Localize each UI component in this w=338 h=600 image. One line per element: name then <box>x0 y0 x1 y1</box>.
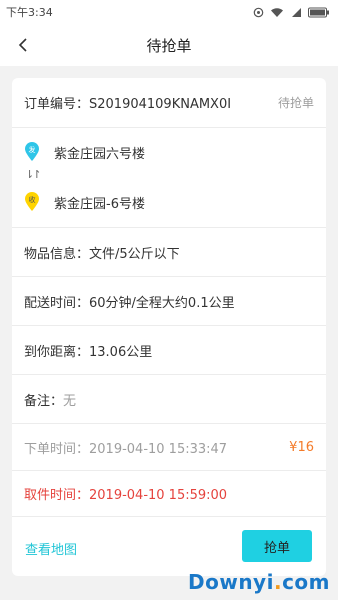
from-address: 紫金庄园六号楼 <box>54 146 146 162</box>
order-number: 订单编号：S201904109KNAMX0I <box>24 97 232 112</box>
to-pin-label: 收 <box>29 195 36 204</box>
order-number-row: 订单编号：S201904109KNAMX0I 待抢单 <box>12 78 326 128</box>
price: ¥16 <box>289 439 314 455</box>
status-bar: 下午3:34 <box>0 0 338 24</box>
from-pin-label: 发 <box>29 145 36 154</box>
pickup-time-row: 取件时间：2019-04-10 15:59:00 <box>12 471 326 517</box>
to-pin-icon: 收 <box>24 192 40 212</box>
back-button[interactable] <box>8 24 38 66</box>
from-address-line: 发 紫金庄园六号楼 <box>24 142 145 162</box>
to-address-line: 收 紫金庄园-6号楼 <box>24 192 145 212</box>
page-title: 待抢单 <box>146 36 192 55</box>
status-icons <box>253 7 330 18</box>
nav-bar: 待抢单 <box>0 24 338 66</box>
delivery-time: 配送时间：60分钟/全程大约0.1公里 <box>24 295 235 311</box>
goods-info: 物品信息：文件/5公斤以下 <box>24 246 180 262</box>
order-time: 下单时间：2019-04-10 15:33:47 <box>24 441 228 457</box>
note-row: 备注： 无 <box>12 375 326 424</box>
note-value: 无 <box>63 393 77 409</box>
note-label: 备注： <box>24 393 64 409</box>
alarm-icon <box>253 7 264 17</box>
order-card: 订单编号：S201904109KNAMX0I 待抢单 发 紫金庄园六号楼 ⇂↾ … <box>12 78 326 576</box>
goods-info-row: 物品信息：文件/5公斤以下 <box>12 228 326 277</box>
to-address: 紫金庄园-6号楼 <box>54 196 145 212</box>
from-pin-icon: 发 <box>24 142 40 162</box>
signal-icon <box>292 7 301 17</box>
pickup-time: 取件时间：2019-04-10 15:59:00 <box>24 488 228 503</box>
watermark-logo: Downyi.com <box>188 570 330 594</box>
status-time: 下午3:34 <box>6 6 53 19</box>
chevron-left-icon <box>18 38 27 52</box>
delivery-time-row: 配送时间：60分钟/全程大约0.1公里 <box>12 277 326 326</box>
grab-order-button[interactable]: 抢单 <box>242 530 312 562</box>
order-time-row: 下单时间：2019-04-10 15:33:47 ¥16 <box>12 424 326 471</box>
swap-icon: ⇂↾ <box>25 168 42 181</box>
distance-row: 到你距离：13.06公里 <box>12 326 326 375</box>
order-status: 待抢单 <box>277 96 314 110</box>
distance: 到你距离：13.06公里 <box>24 344 153 360</box>
wifi-icon <box>271 7 283 17</box>
view-map-link[interactable]: 查看地图 <box>25 539 77 558</box>
battery-icon <box>308 7 329 17</box>
